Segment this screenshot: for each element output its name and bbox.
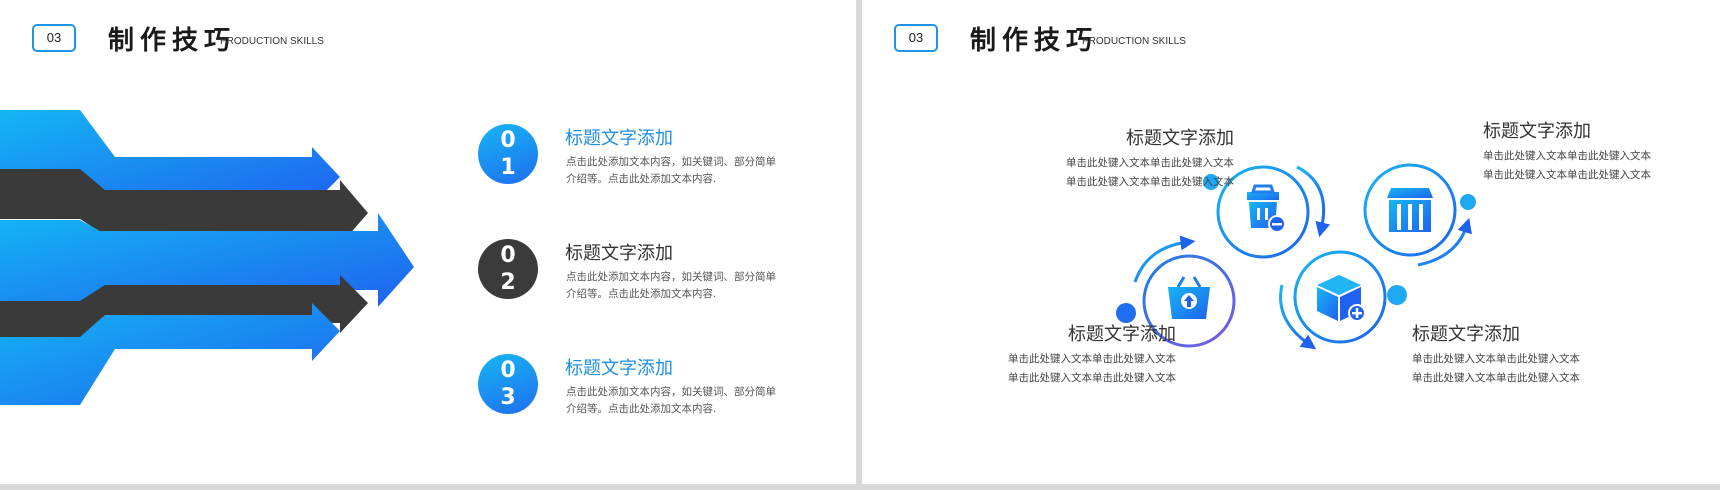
arrows-graphic bbox=[0, 110, 414, 405]
slide-left: 03 制作技巧 PRODUCTION SKILLS 0 1 标题文字添加 点击此… bbox=[0, 0, 856, 484]
shopping-basket-remove-icon bbox=[1247, 184, 1286, 233]
block-text-1: 单击此处键入文本单击此处键入文本 单击此处键入文本单击此处键入文本 bbox=[988, 154, 1234, 192]
item-text-2: 点击此处添加文本内容，如关键词、部分简单 介绍等。点击此处添加文本内容. bbox=[566, 269, 796, 303]
block-text-3: 单击此处键入文本单击此处键入文本 单击此处键入文本单击此处键入文本 bbox=[930, 350, 1176, 388]
section-number-badge: 03 bbox=[32, 24, 76, 52]
text-line: 单击此处键入文本单击此处键入文本 bbox=[1483, 150, 1651, 162]
item-title-1: 标题文字添加 bbox=[565, 128, 673, 149]
store-front-icon bbox=[1387, 188, 1433, 232]
page-title: 制作技巧 bbox=[108, 26, 237, 56]
dot-4 bbox=[1387, 285, 1407, 305]
number-circle-02: 0 2 bbox=[478, 239, 538, 299]
item-title-3: 标题文字添加 bbox=[565, 358, 673, 379]
text-line: 单击此处键入文本单击此处键入文本 bbox=[1008, 372, 1176, 384]
item-text-1: 点击此处添加文本内容，如关键词、部分简单 介绍等。点击此处添加文本内容. bbox=[566, 154, 796, 188]
box-add-icon bbox=[1317, 275, 1366, 322]
block-title-3: 标题文字添加 bbox=[1068, 324, 1176, 345]
item-text-3: 点击此处添加文本内容，如关键词、部分简单 介绍等。点击此处添加文本内容. bbox=[566, 384, 796, 418]
text-line: 单击此处键入文本单击此处键入文本 bbox=[1483, 169, 1651, 181]
basket-upload-icon bbox=[1168, 276, 1210, 319]
number-digit: 2 bbox=[500, 270, 516, 295]
number-digit: 1 bbox=[500, 155, 516, 180]
text-line: 单击此处键入文本单击此处键入文本 bbox=[1066, 157, 1234, 169]
text-line: 单击此处键入文本单击此处键入文本 bbox=[1008, 353, 1176, 365]
block-title-2: 标题文字添加 bbox=[1483, 121, 1591, 142]
cycle-diagram bbox=[1116, 163, 1476, 350]
item-title-2: 标题文字添加 bbox=[565, 243, 673, 264]
block-title-4: 标题文字添加 bbox=[1412, 324, 1520, 345]
text-line: 点击此处添加文本内容，如关键词、部分简单 bbox=[566, 386, 776, 398]
text-line: 单击此处键入文本单击此处键入文本 bbox=[1412, 372, 1580, 384]
text-line: 单击此处键入文本单击此处键入文本 bbox=[1066, 176, 1234, 188]
number-circle-03: 0 3 bbox=[478, 354, 538, 414]
page-subtitle: PRODUCTION SKILLS bbox=[220, 36, 324, 47]
curve-arrow-3 bbox=[1133, 235, 1196, 283]
text-line: 点击此处添加文本内容，如关键词、部分简单 bbox=[566, 271, 776, 283]
text-line: 单击此处键入文本单击此处键入文本 bbox=[1412, 353, 1580, 365]
text-line: 介绍等。点击此处添加文本内容. bbox=[566, 173, 717, 185]
dot-2 bbox=[1460, 194, 1476, 210]
text-line: 介绍等。点击此处添加文本内容. bbox=[566, 403, 717, 415]
text-line: 点击此处添加文本内容，如关键词、部分简单 bbox=[566, 156, 776, 168]
block-text-2: 单击此处键入文本单击此处键入文本 单击此处键入文本单击此处键入文本 bbox=[1483, 147, 1651, 185]
curve-arrow-1 bbox=[1296, 165, 1331, 238]
number-digit: 3 bbox=[500, 385, 516, 410]
number-digit: 0 bbox=[500, 243, 516, 268]
block-title-1: 标题文字添加 bbox=[1126, 128, 1234, 149]
block-text-4: 单击此处键入文本单击此处键入文本 单击此处键入文本单击此处键入文本 bbox=[1412, 350, 1580, 388]
text-line: 介绍等。点击此处添加文本内容. bbox=[566, 288, 717, 300]
number-digit: 0 bbox=[500, 358, 516, 383]
slide-right: 03 制作技巧 PRODUCTION SKILLS 标题文字添加 单击此处键入文… bbox=[862, 0, 1720, 484]
number-circle-01: 0 1 bbox=[478, 124, 538, 184]
number-digit: 0 bbox=[500, 128, 516, 153]
